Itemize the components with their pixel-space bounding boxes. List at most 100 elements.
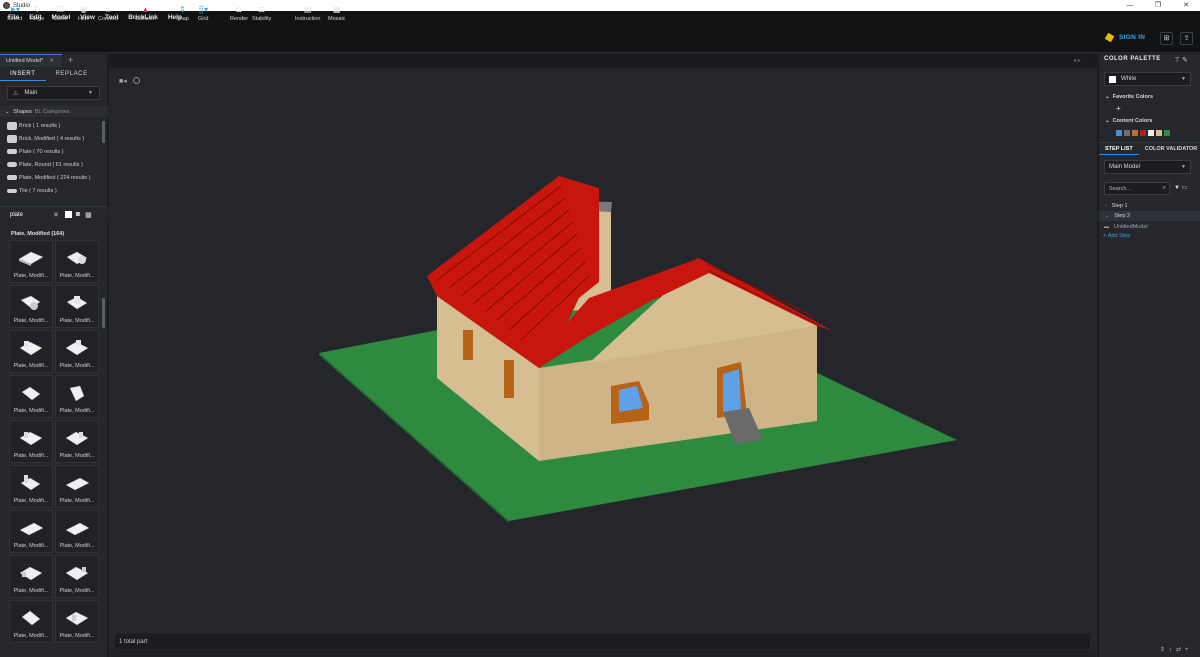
step-controls-icon[interactable]: ⇕↕⇄+	[1160, 646, 1193, 653]
part-search-bar: plate ✕ ◙ ▦	[0, 206, 108, 222]
part-grid-scrollbar[interactable]	[102, 298, 105, 328]
grid-tool[interactable]: ⣿▾ Grid	[198, 5, 208, 22]
step-search-input[interactable]: Search... ⌕	[1104, 182, 1170, 195]
part-tile[interactable]: Plate, Modifi...	[55, 330, 99, 373]
viewport-topbar	[109, 54, 1097, 68]
connect-icon: ⩚	[105, 5, 111, 14]
bricklink-hex-icon	[1104, 32, 1115, 43]
hinge-tool[interactable]: ↻ Hinge	[30, 5, 44, 22]
tab-insert[interactable]: INSERT	[0, 68, 46, 81]
mosaic-icon: ▦	[332, 5, 341, 14]
tab-replace[interactable]: REPLACE	[46, 68, 98, 81]
part-search-input[interactable]: plate	[10, 212, 53, 218]
shape-item[interactable]: Plate ( 70 results )	[0, 145, 104, 158]
render-tool[interactable]: ◘ Render	[230, 5, 248, 22]
plate-modified-icon	[65, 611, 89, 626]
tile-icon	[7, 188, 17, 193]
part-count: 1 total part	[119, 638, 148, 645]
clone-tool[interactable]: ❐ Clone	[53, 5, 67, 22]
step-item[interactable]: › Step 1	[1099, 201, 1200, 211]
color-swatch[interactable]	[1140, 130, 1146, 136]
part-tile[interactable]: Plate, Modifi...	[55, 375, 99, 418]
add-step-button[interactable]: + Add Step	[1103, 233, 1130, 239]
minimize-button[interactable]: —	[1116, 0, 1144, 11]
filter-icon[interactable]: ▼ ▭	[1174, 184, 1187, 191]
step-model-item[interactable]: ▬ UntitledModel	[1099, 222, 1200, 232]
maximize-button[interactable]: ❐	[1144, 0, 1172, 11]
part-tile[interactable]: Plate, Modifi...	[55, 510, 99, 553]
part-tile[interactable]: Plate, Modifi...	[9, 285, 53, 328]
instruction-tool[interactable]: ▤ Instruction	[295, 5, 320, 22]
shape-item[interactable]: Plate, Round ( 61 results )	[0, 158, 104, 171]
part-tile[interactable]: Plate, Modifi...	[55, 420, 99, 463]
part-tile[interactable]: Plate, Modifi...	[55, 465, 99, 508]
upload-icon: ⇪	[1183, 35, 1190, 42]
part-tile[interactable]: Plate, Modifi...	[9, 600, 53, 643]
plate-modified-icon	[21, 386, 41, 401]
snap-tool[interactable]: ⇕ Snap	[176, 5, 189, 22]
eyedropper-icon[interactable]: ⊤ ✎	[1174, 56, 1188, 64]
part-tile[interactable]: Plate, Modifi...	[9, 510, 53, 553]
color-swatch[interactable]	[1116, 130, 1122, 136]
part-tile[interactable]: Plate, Modifi...	[9, 555, 53, 598]
camera-icon: ◘	[236, 5, 242, 14]
color-swatch[interactable]	[1164, 130, 1170, 136]
bl-categories-link[interactable]: BL Categories	[35, 109, 70, 115]
status-bar: 1 total part	[115, 634, 1090, 649]
grid-view-icon[interactable]: ▦	[85, 211, 92, 219]
camera-icon[interactable]: ◙	[76, 211, 80, 218]
tab-color-validator[interactable]: COLOR VALIDATOR	[1139, 143, 1200, 155]
part-tile[interactable]: Plate, Modifi...	[9, 420, 53, 463]
part-tile[interactable]: Plate, Modifi...	[55, 285, 99, 328]
clear-search-icon[interactable]: ✕	[53, 211, 59, 219]
connect-tool[interactable]: ⩚ Connect	[98, 5, 119, 22]
model-select[interactable]: Main Model ▼	[1104, 160, 1191, 174]
panel-nav-icon[interactable]: ◂ ▸	[1073, 57, 1081, 64]
collision-tool[interactable]: ▲ Collision	[135, 5, 156, 22]
color-swatch[interactable]	[1132, 130, 1138, 136]
upload-button[interactable]: ⇪	[1180, 32, 1193, 45]
lego-house-model[interactable]	[109, 68, 1097, 634]
toolbar	[0, 23, 1200, 53]
color-select[interactable]: White ▼	[1104, 72, 1191, 86]
close-window-button[interactable]: ✕	[1172, 0, 1200, 11]
hide-tool[interactable]: ◉ Hide	[78, 5, 89, 22]
part-tile[interactable]: Plate, Modifi...	[55, 600, 99, 643]
tab-step-list[interactable]: STEP LIST	[1099, 143, 1139, 155]
cart-icon: ⊞	[1163, 35, 1170, 42]
shape-item[interactable]: Brick, Modified ( 4 results )	[0, 132, 104, 145]
step-item[interactable]: ⌄ Step 2	[1099, 211, 1200, 221]
plate-modified-icon	[19, 522, 44, 536]
part-tile[interactable]: Plate, Modifi...	[9, 375, 53, 418]
stability-tool[interactable]: ⚖ Stability	[252, 5, 271, 22]
document-tab[interactable]: Untitled Model* ✕	[0, 54, 62, 67]
shape-item[interactable]: Brick ( 1 results )	[0, 119, 104, 132]
color-filter-icon[interactable]	[64, 211, 72, 218]
shape-item[interactable]: Tile ( 7 results )	[0, 184, 104, 197]
part-tile[interactable]: Plate, Modifi...	[9, 240, 53, 283]
sign-in-button[interactable]: SIGN IN	[1104, 32, 1145, 43]
new-tab-button[interactable]: +	[68, 55, 73, 65]
chevron-down-icon: ⌄	[1105, 213, 1110, 219]
select-tool[interactable]: ➤▾ Select	[7, 5, 22, 22]
part-tile[interactable]: Plate, Modifi...	[9, 330, 53, 373]
shape-list-scrollbar[interactable]	[102, 121, 105, 143]
part-tile[interactable]: Plate, Modifi...	[9, 465, 53, 508]
add-favorite-button[interactable]: +	[1116, 104, 1121, 113]
results-header: Plate, Modified (164)	[11, 231, 65, 237]
color-swatch[interactable]	[1124, 130, 1130, 136]
shape-item[interactable]: Plate, Modified ( 224 results )	[0, 171, 104, 184]
part-tile[interactable]: Plate, Modifi...	[55, 240, 99, 283]
color-swatch[interactable]	[1156, 130, 1162, 136]
part-tile[interactable]: Plate, Modifi...	[55, 555, 99, 598]
close-tab-icon[interactable]: ✕	[49, 58, 54, 64]
mosaic-tool[interactable]: ▦ Mosaic	[328, 5, 345, 22]
favorite-colors-header[interactable]: ⌄ Favorite Colors	[1105, 94, 1153, 100]
shapes-header[interactable]: ⌄ Shapes BL Categories	[0, 106, 108, 117]
content-colors-header[interactable]: ⌄ Content Colors	[1105, 118, 1152, 124]
plate-modified-icon	[65, 431, 89, 446]
cart-button[interactable]: ⊞	[1160, 32, 1173, 45]
palette-icon: ⚠	[13, 90, 19, 97]
color-swatch[interactable]	[1148, 130, 1154, 136]
palette-select[interactable]: ⚠ Main ▼	[7, 86, 100, 100]
